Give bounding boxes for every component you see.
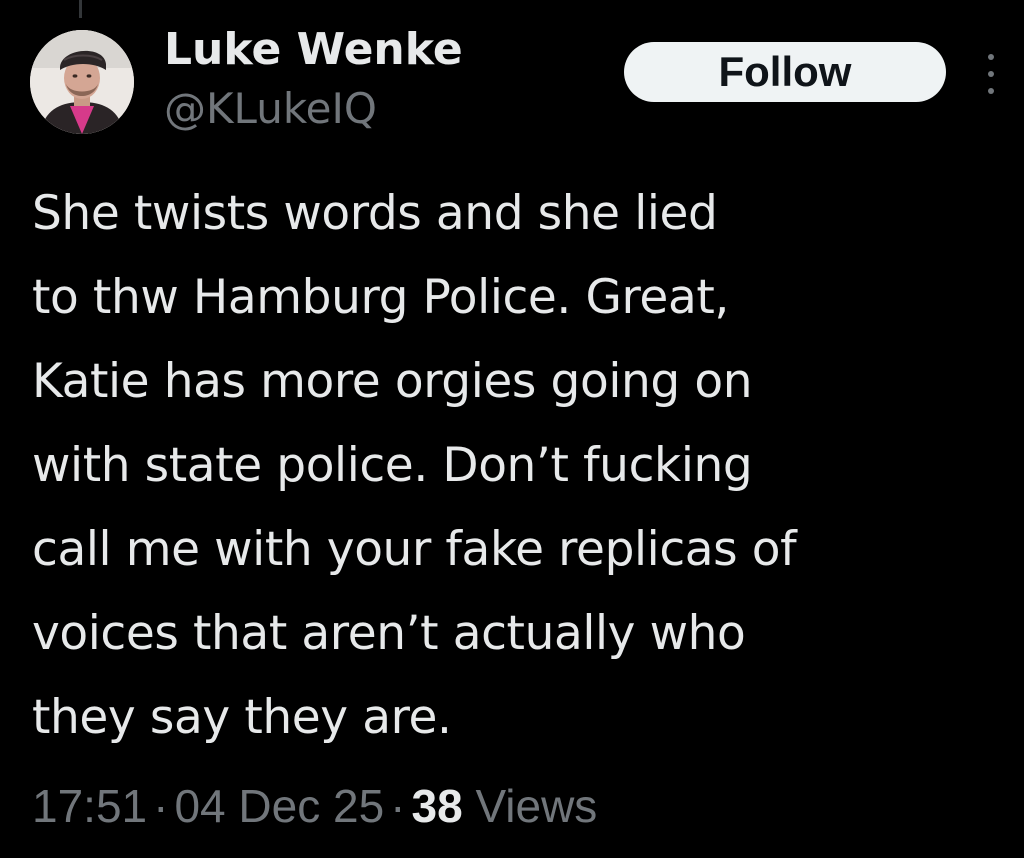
follow-button[interactable]: Follow (624, 42, 946, 102)
author-handle[interactable]: @KLukeIQ (164, 82, 377, 136)
more-options-icon[interactable] (978, 54, 1004, 94)
more-dot (988, 88, 994, 94)
more-dot (988, 54, 994, 60)
avatar[interactable] (30, 30, 134, 134)
thread-connector-line (79, 0, 82, 18)
meta-separator: · (153, 780, 169, 832)
tweet-time[interactable]: 17:51 (32, 780, 147, 832)
views-count: 38 (411, 780, 463, 832)
views-label: Views (475, 780, 598, 832)
more-dot (988, 71, 994, 77)
profile-photo-icon (30, 30, 134, 134)
author-display-name[interactable]: Luke Wenke (164, 22, 463, 78)
meta-separator: · (390, 780, 406, 832)
tweet-text: She twists words and she lied to thw Ham… (32, 186, 797, 745)
tweet-header: Luke Wenke @KLukeIQ Follow (30, 24, 1010, 138)
tweet-meta: 17:51 · 04 Dec 25 · 38 Views (32, 776, 597, 836)
tweet-date[interactable]: 04 Dec 25 (174, 780, 384, 832)
